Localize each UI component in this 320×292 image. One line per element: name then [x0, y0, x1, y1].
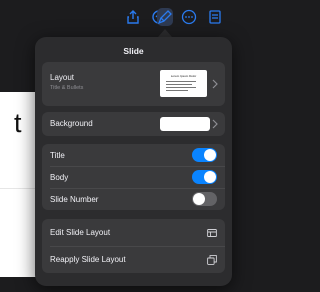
more-icon[interactable] — [180, 8, 198, 26]
chevron-right-icon — [212, 119, 218, 129]
title-toggle[interactable] — [192, 148, 217, 162]
thumbnail-line — [166, 90, 188, 91]
slide-canvas[interactable]: t — [0, 92, 36, 277]
toggle-knob — [204, 149, 216, 161]
layout-label: Layout — [50, 73, 75, 82]
edit-slide-layout-button[interactable]: Edit Slide Layout — [42, 219, 225, 246]
background-label: Background — [50, 119, 93, 128]
background-color-swatch — [160, 117, 210, 131]
toggle-knob — [204, 171, 216, 183]
popover-arrow — [158, 29, 172, 37]
share-icon[interactable] — [124, 8, 142, 26]
layout-thumbnail: Lorem Ipsum Dolor — [160, 70, 207, 97]
edit-slide-layout-label: Edit Slide Layout — [50, 228, 111, 237]
thumbnail-line — [166, 81, 196, 82]
body-toggle[interactable] — [192, 170, 217, 184]
reapply-slide-layout-label: Reapply Slide Layout — [50, 255, 126, 264]
toggle-group: Title Body Slide Number — [42, 144, 225, 210]
body-toggle-label: Body — [50, 173, 69, 182]
chevron-right-icon — [212, 79, 218, 89]
slide-title-fragment: t — [14, 108, 22, 138]
background-row[interactable]: Background — [42, 112, 225, 136]
top-toolbar — [0, 0, 246, 34]
reapply-copy-icon — [207, 255, 217, 265]
popover-title: Slide — [123, 46, 144, 56]
slide-divider — [0, 188, 36, 189]
slide-number-toggle-row[interactable]: Slide Number — [42, 188, 225, 210]
thumbnail-line — [166, 84, 192, 85]
toggle-knob — [193, 193, 205, 205]
slide-format-popover: Slide Layout Title & Bullets Lorem Ipsum… — [35, 37, 232, 286]
body-toggle-row[interactable]: Body — [42, 166, 225, 188]
layout-grid-icon — [207, 229, 217, 237]
layout-sublabel: Title & Bullets — [50, 85, 84, 91]
thumbnail-title: Lorem Ipsum Dolor — [170, 74, 197, 78]
title-toggle-row[interactable]: Title — [42, 144, 225, 166]
reapply-slide-layout-button[interactable]: Reapply Slide Layout — [42, 246, 225, 273]
format-brush-icon[interactable] — [157, 8, 173, 26]
slide-number-toggle[interactable] — [192, 192, 217, 206]
thumbnail-line — [166, 87, 196, 88]
document-icon[interactable] — [206, 8, 224, 26]
layout-actions-group: Edit Slide Layout Reapply Slide Layout — [42, 219, 225, 273]
title-toggle-label: Title — [50, 151, 65, 160]
layout-row[interactable]: Layout Title & Bullets Lorem Ipsum Dolor — [42, 62, 225, 106]
slide-number-toggle-label: Slide Number — [50, 195, 99, 204]
